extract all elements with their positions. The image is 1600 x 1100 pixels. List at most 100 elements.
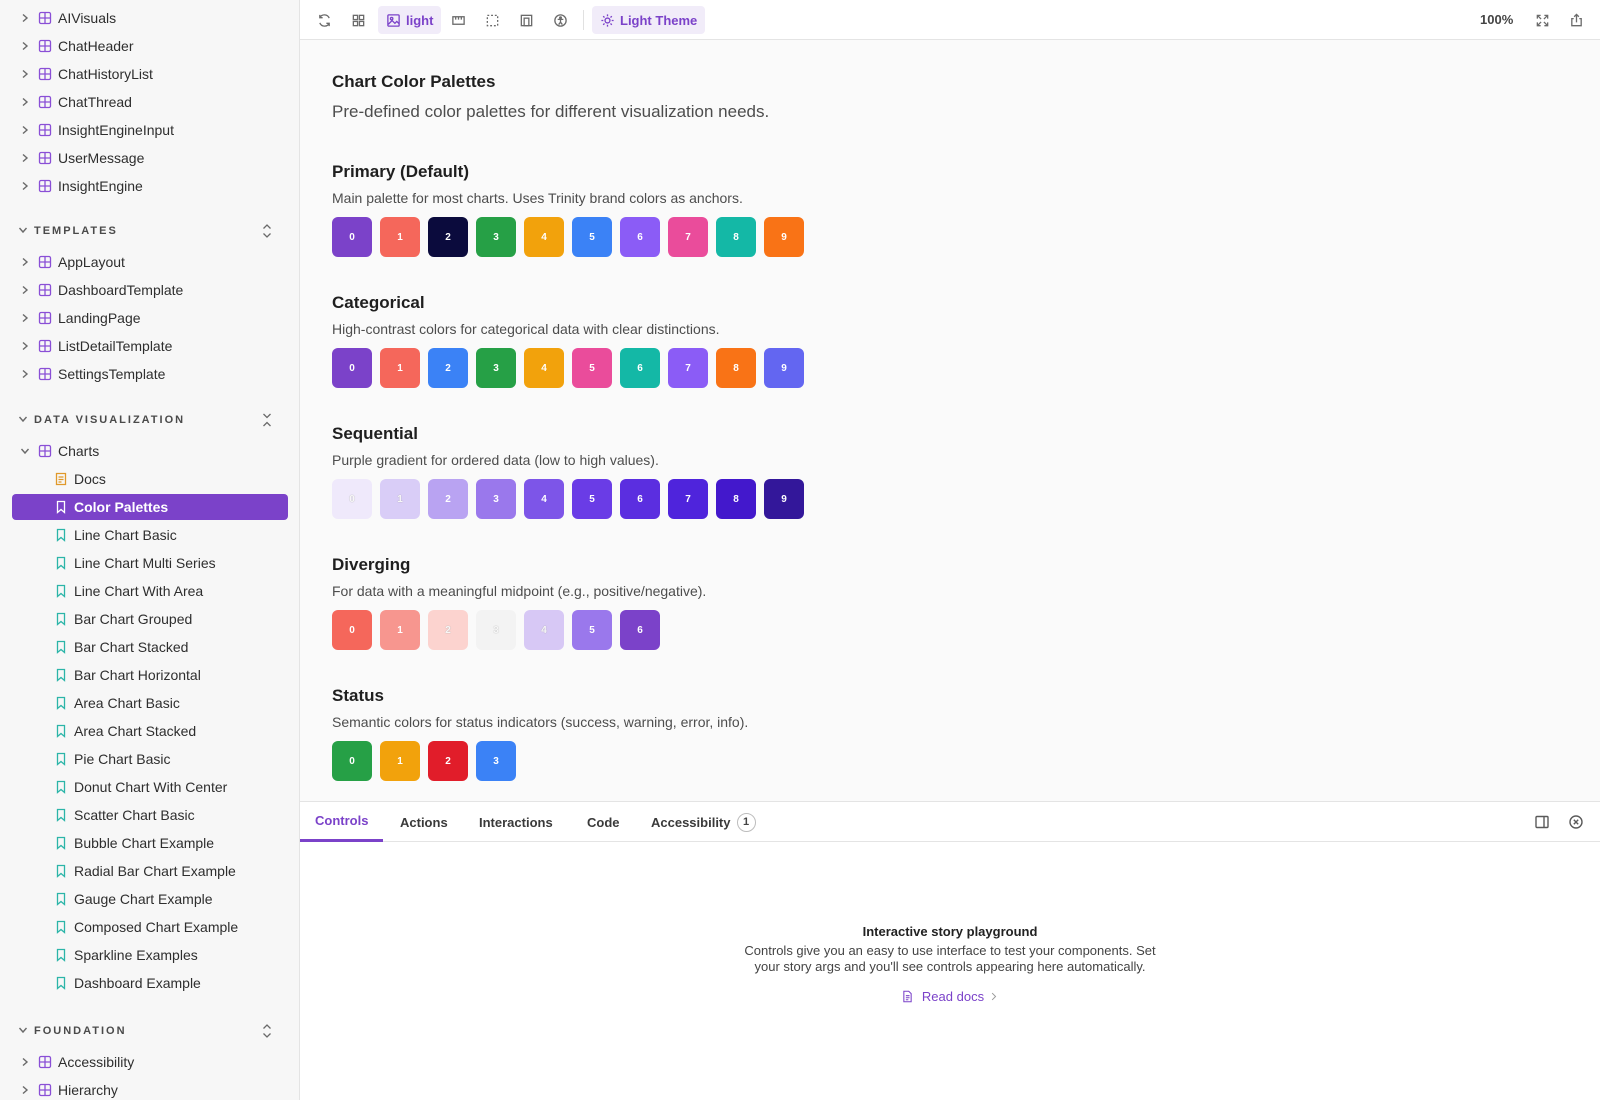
color-swatch: 1	[380, 348, 420, 388]
palette-swatches: 0123456789	[332, 479, 812, 519]
sidebar-item-chatheader[interactable]: ChatHeader	[12, 33, 288, 59]
background-toggle-button[interactable]: light	[378, 6, 442, 34]
section-templates[interactable]: TEMPLATES	[18, 221, 288, 241]
chevron-right-icon	[18, 283, 32, 297]
viewport-button[interactable]	[444, 6, 472, 34]
chevron-down-icon	[18, 444, 32, 458]
sidebar-story-bar-chart-stacked[interactable]: Bar Chart Stacked	[12, 634, 288, 660]
sidebar-story-label: Bubble Chart Example	[74, 835, 215, 851]
expand-all-icon[interactable]	[260, 1023, 274, 1039]
fullscreen-button[interactable]	[1528, 6, 1556, 34]
component-icon	[38, 339, 52, 353]
outline-icon	[486, 14, 498, 26]
sidebar-story-label: Bar Chart Horizontal	[74, 667, 201, 683]
sidebar-story-area-chart-stacked[interactable]: Area Chart Stacked	[12, 718, 288, 744]
expand-all-icon[interactable]	[260, 223, 274, 239]
sidebar-story-sparkline-examples[interactable]: Sparkline Examples	[12, 942, 288, 968]
sidebar-story-donut-chart-with-center[interactable]: Donut Chart With Center	[12, 774, 288, 800]
theme-toggle-button[interactable]: Light Theme	[592, 6, 706, 34]
sidebar-item-listdetailtemplate[interactable]: ListDetailTemplate	[12, 333, 288, 359]
sun-icon	[601, 13, 614, 27]
sidebar-story-radial-bar-chart-example[interactable]: Radial Bar Chart Example	[12, 858, 288, 884]
sidebar-story-label: Line Chart Basic	[74, 527, 177, 543]
sidebar-story-bar-chart-grouped[interactable]: Bar Chart Grouped	[12, 606, 288, 632]
outline-button[interactable]	[478, 6, 506, 34]
color-swatch: 2	[428, 610, 468, 650]
sidebar-item-chatthread[interactable]: ChatThread	[12, 89, 288, 115]
sidebar-item-settingstemplate[interactable]: SettingsTemplate	[12, 361, 288, 387]
sidebar-story-gauge-chart-example[interactable]: Gauge Chart Example	[12, 886, 288, 912]
image-icon	[387, 13, 400, 27]
tab-accessibility[interactable]: Accessibility 1	[636, 802, 771, 842]
section-foundation[interactable]: FOUNDATION	[18, 1021, 288, 1041]
sidebar-item-charts[interactable]: Charts	[12, 438, 288, 464]
sidebar-story-line-chart-multi-series[interactable]: Line Chart Multi Series	[12, 550, 288, 576]
chevron-right-icon	[18, 179, 32, 193]
sidebar-story-line-chart-with-area[interactable]: Line Chart With Area	[12, 578, 288, 604]
tab-interactions[interactable]: Interactions	[464, 802, 568, 842]
grid-button[interactable]	[344, 6, 372, 34]
component-icon	[38, 367, 52, 381]
vision-simulator-button[interactable]	[546, 6, 574, 34]
section-data-visualization[interactable]: DATA VISUALIZATION	[18, 410, 288, 430]
component-icon	[38, 311, 52, 325]
tab-controls[interactable]: Controls	[300, 802, 384, 842]
sidebar-item-applayout[interactable]: AppLayout	[12, 249, 288, 275]
chevron-right-icon	[18, 39, 32, 53]
component-icon	[38, 179, 52, 193]
measure-button[interactable]	[512, 6, 540, 34]
component-icon	[38, 11, 52, 25]
sidebar-item-landingpage[interactable]: LandingPage	[12, 305, 288, 331]
sidebar-story-line-chart-basic[interactable]: Line Chart Basic	[12, 522, 288, 548]
share-button[interactable]	[1562, 6, 1590, 34]
sidebar-story-dashboard-example[interactable]: Dashboard Example	[12, 970, 288, 996]
color-swatch: 0	[332, 741, 372, 781]
sidebar-item-hierarchy[interactable]: Hierarchy	[12, 1077, 288, 1100]
tab-actions[interactable]: Actions	[385, 802, 463, 842]
addons-tabs: Controls Actions Interactions Code Acces…	[300, 802, 1600, 842]
reload-story-button[interactable]	[310, 6, 338, 34]
sidebar-item-aivisuals[interactable]: AIVisuals	[12, 5, 288, 31]
section-heading-label: FOUNDATION	[34, 1025, 127, 1037]
sidebar-item-chathistorylist[interactable]: ChatHistoryList	[12, 61, 288, 87]
sidebar-item-insightengine[interactable]: InsightEngine	[12, 173, 288, 199]
zoom-level[interactable]: 100%	[1480, 12, 1513, 27]
component-icon	[38, 151, 52, 165]
color-swatch: 7	[668, 348, 708, 388]
sidebar-item-accessibility[interactable]: Accessibility	[12, 1049, 288, 1075]
chevron-right-icon	[18, 123, 32, 137]
sidebar-story-label: Gauge Chart Example	[74, 891, 213, 907]
sidebar-story-color-palettes[interactable]: Color Palettes	[12, 494, 288, 520]
palette-swatches: 0123456789	[332, 217, 812, 257]
sidebar-story-scatter-chart-basic[interactable]: Scatter Chart Basic	[12, 802, 288, 828]
sidebar-story-bar-chart-horizontal[interactable]: Bar Chart Horizontal	[12, 662, 288, 688]
close-panel-icon[interactable]	[1568, 814, 1584, 830]
bookmark-icon	[54, 500, 68, 514]
background-label: light	[406, 12, 434, 28]
collapse-all-icon[interactable]	[260, 412, 274, 428]
chevron-right-icon	[991, 992, 997, 1001]
sidebar-item-insightengineinput[interactable]: InsightEngineInput	[12, 117, 288, 143]
read-docs-link[interactable]: Read docs	[901, 989, 999, 1004]
bookmark-icon	[54, 976, 68, 990]
sidebar-story-composed-chart-example[interactable]: Composed Chart Example	[12, 914, 288, 940]
sidebar-story-label: Docs	[74, 471, 106, 487]
tab-code[interactable]: Code	[572, 802, 635, 842]
read-docs-label: Read docs	[921, 989, 985, 1004]
sidebar-story-pie-chart-basic[interactable]: Pie Chart Basic	[12, 746, 288, 772]
color-swatch: 2	[428, 741, 468, 781]
sidebar-story-area-chart-basic[interactable]: Area Chart Basic	[12, 690, 288, 716]
palette-description: Main palette for most charts. Uses Trini…	[332, 190, 743, 206]
sidebar-story-docs[interactable]: Docs	[12, 466, 288, 492]
palette-description: Semantic colors for status indicators (s…	[332, 714, 749, 730]
sidebar-item-usermessage[interactable]: UserMessage	[12, 145, 288, 171]
sidebar-item-label: Hierarchy	[58, 1082, 118, 1098]
sidebar-story-bubble-chart-example[interactable]: Bubble Chart Example	[12, 830, 288, 856]
palette-description: For data with a meaningful midpoint (e.g…	[332, 583, 707, 599]
color-swatch: 1	[380, 217, 420, 257]
bookmark-icon	[54, 668, 68, 682]
sidebar-item-dashboardtemplate[interactable]: DashboardTemplate	[12, 277, 288, 303]
sidebar-story-label: Color Palettes	[74, 499, 169, 515]
panel-orientation-icon[interactable]	[1534, 814, 1550, 830]
color-swatch: 0	[332, 610, 372, 650]
